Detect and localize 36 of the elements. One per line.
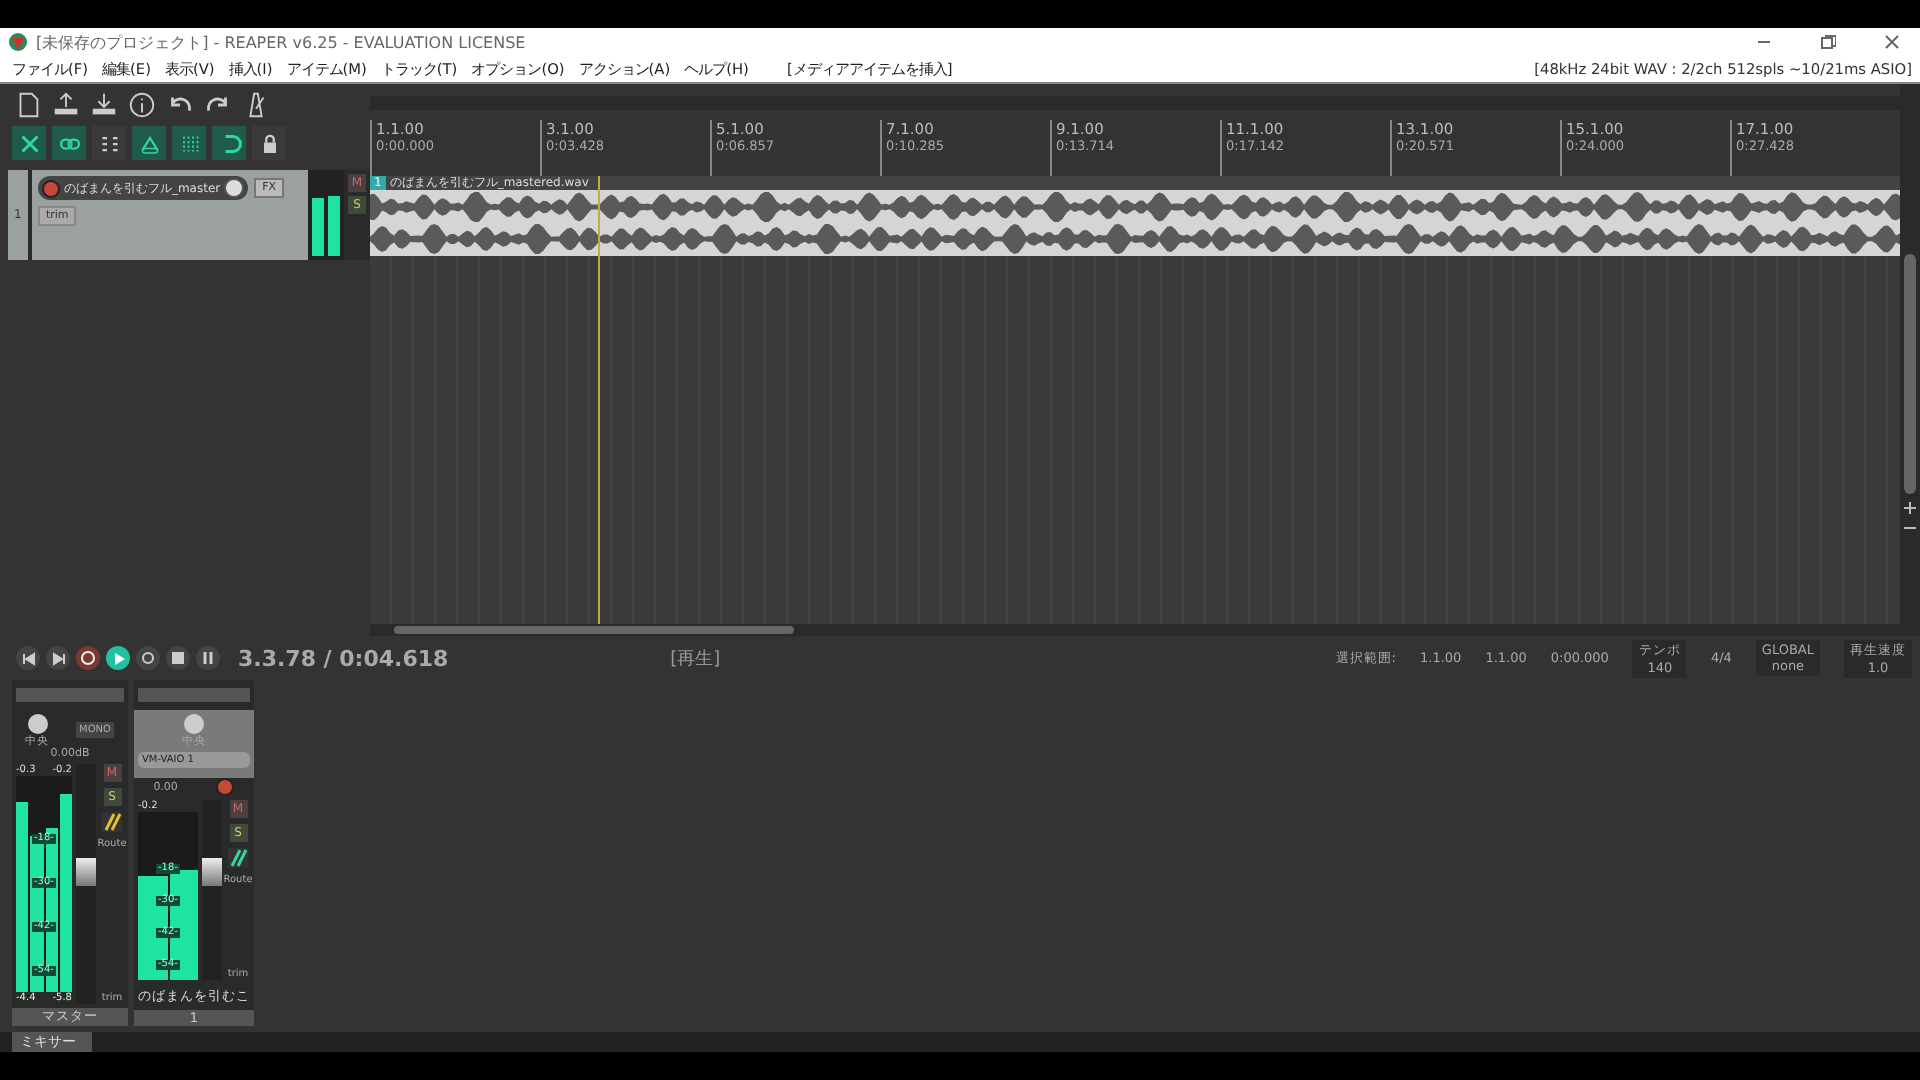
time-position: 3.3.78 / 0:04.618 — [238, 645, 449, 671]
pan-knob[interactable] — [27, 714, 48, 734]
go-to-start-button[interactable] — [16, 646, 40, 670]
skip-back-icon[interactable] — [21, 651, 35, 665]
skip-forward-icon[interactable] — [51, 651, 65, 665]
play-button[interactable] — [106, 646, 130, 670]
volume-fader[interactable] — [76, 858, 96, 886]
upload-icon[interactable] — [50, 90, 82, 120]
volume-knob[interactable] — [224, 178, 245, 198]
vertical-scrollbar[interactable] — [1904, 254, 1916, 494]
zoom-out-icon[interactable] — [1904, 522, 1916, 534]
go-to-end-button[interactable] — [46, 646, 70, 670]
zoom-in-icon[interactable] — [1904, 502, 1916, 514]
play-state: [再生] — [670, 647, 721, 671]
ripple-toggle-icon[interactable] — [12, 126, 46, 160]
download-icon[interactable] — [88, 90, 120, 120]
link-toggle-icon[interactable] — [52, 126, 86, 160]
app-logo-icon — [8, 32, 28, 52]
route-icon[interactable] — [102, 812, 122, 832]
restore-icon[interactable] — [1820, 34, 1836, 50]
stop-button[interactable] — [166, 646, 190, 670]
loop-toggle-icon[interactable] — [212, 126, 246, 160]
route-icon[interactable] — [228, 848, 248, 868]
pause-button[interactable] — [196, 646, 220, 670]
grid-view-toggle-icon[interactable] — [92, 126, 126, 160]
record-arm-button[interactable] — [41, 179, 60, 197]
record-arm-button[interactable] — [216, 778, 235, 796]
info-icon[interactable] — [126, 90, 158, 120]
envelope-toggle-icon[interactable] — [132, 126, 166, 160]
pause-icon[interactable] — [202, 652, 214, 664]
horizontal-scrollbar[interactable] — [394, 626, 794, 634]
volume-fader[interactable] — [202, 858, 222, 886]
lock-toggle-icon[interactable] — [252, 126, 286, 160]
window-title: [未保存のプロジェクト] - REAPER v6.25 - EVALUATION LICENSE — [36, 31, 528, 53]
grid-toggle-icon[interactable] — [172, 126, 206, 160]
close-icon[interactable] — [1884, 34, 1900, 50]
